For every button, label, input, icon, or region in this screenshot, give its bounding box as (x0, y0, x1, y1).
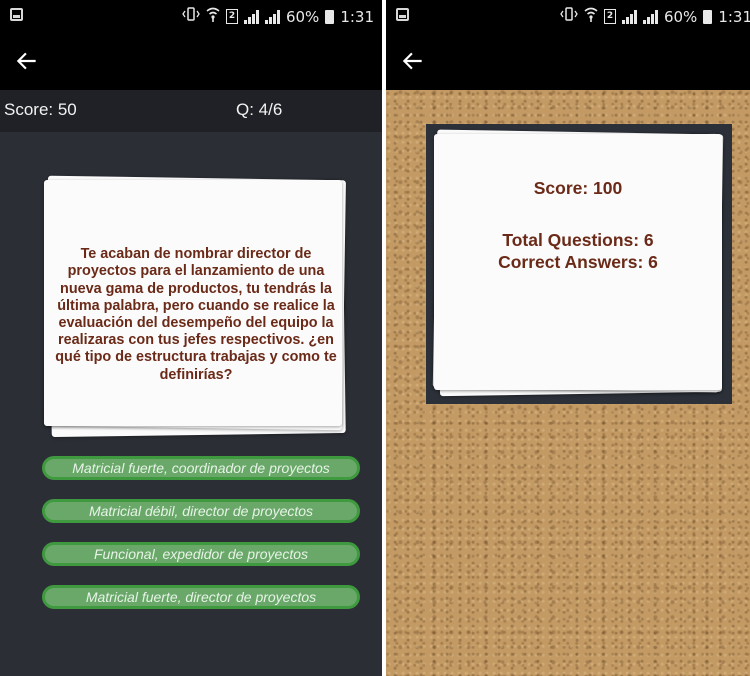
answer-option-2[interactable]: Matricial débil, director de proyectos (42, 499, 360, 523)
vibrate-icon (182, 7, 200, 26)
wifi-icon (206, 6, 220, 27)
back-arrow-icon[interactable] (14, 48, 40, 74)
clock: 1:31 (340, 7, 374, 26)
status-icons: 2 60% 1:31 (182, 6, 374, 27)
vibrate-icon (560, 7, 578, 26)
answer-option-1[interactable]: Matricial fuerte, coordinador de proyect… (42, 456, 360, 480)
status-bar: 2 60% 1:31 (0, 0, 382, 32)
signal-icon-2 (642, 9, 658, 24)
battery-percent: 60% (663, 7, 698, 26)
answer-option-4[interactable]: Matricial fuerte, director de proyectos (42, 585, 360, 609)
result-total-questions: Total Questions: 6 (502, 230, 654, 250)
result-score: Score: 100 (533, 178, 623, 198)
wifi-icon (584, 6, 598, 27)
score-bar: Score: 50 Q: 4/6 (0, 90, 382, 132)
notification-icon (10, 8, 23, 21)
sim-icon: 2 (603, 9, 616, 24)
signal-icon (243, 9, 259, 24)
result-frame: Score: 100 Total Questions: 6 Correct An… (426, 124, 732, 404)
app-bar (0, 32, 382, 90)
corkboard-background: Score: 100 Total Questions: 6 Correct An… (386, 90, 750, 676)
result-correct-answers: Correct Answers: 6 (498, 252, 658, 272)
clock: 1:31 (718, 7, 750, 26)
signal-icon (621, 9, 637, 24)
battery-percent: 60% (285, 7, 320, 26)
app-bar (386, 32, 750, 90)
battery-icon (325, 9, 335, 24)
quiz-screen: 2 60% 1:31 Score: 50 Q: 4/6 Te acaban de… (0, 0, 382, 676)
back-arrow-icon[interactable] (400, 48, 426, 74)
card-sheet-front: Score: 100 Total Questions: 6 Correct An… (434, 134, 722, 390)
notification-icon (396, 8, 409, 21)
status-icons: 2 60% 1:31 (560, 6, 750, 27)
sim-icon: 2 (225, 9, 238, 24)
answer-option-3[interactable]: Funcional, expedidor de proyectos (42, 542, 360, 566)
score-label: Score: 50 (4, 100, 77, 119)
signal-icon-2 (264, 9, 280, 24)
status-bar: 2 60% 1:31 (386, 0, 750, 32)
question-counter: Q: 4/6 (236, 100, 283, 119)
battery-icon (703, 9, 713, 24)
question-text: Te acaban de nombrar director de proyect… (55, 246, 337, 383)
results-screen: 2 60% 1:31 Score: 100 Total Questions: 6… (386, 0, 750, 676)
